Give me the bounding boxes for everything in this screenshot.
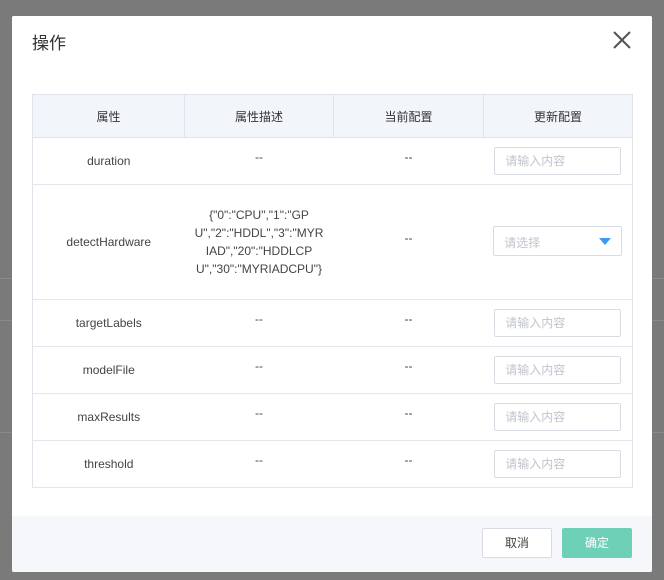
current-config-cell: -- [333,346,484,394]
current-config-cell: -- [333,137,484,185]
cancel-button[interactable]: 取消 [482,528,552,558]
current-config: -- [404,406,413,420]
attribute-desc: -- [255,406,263,420]
update-config-cell [483,299,633,347]
detect-hardware-select[interactable]: 请选择 [493,225,623,256]
current-config-cell: -- [333,393,484,441]
attribute-name: threshold [32,440,185,488]
table-row: detectHardware {"0":"CPU","1":"GPU","2":… [32,184,633,300]
threshold-input[interactable] [494,450,622,478]
current-config: -- [404,231,413,245]
table-row: duration -- -- [32,137,633,185]
close-button[interactable] [610,28,634,52]
attribute-table: 属性 属性描述 当前配置 更新配置 duration -- -- detectH… [32,94,633,488]
attribute-desc: -- [255,312,263,326]
attribute-desc-cell: -- [184,393,334,441]
dialog-footer: 取消 确定 [12,516,652,572]
dialog-body: 属性 属性描述 当前配置 更新配置 duration -- -- detectH… [12,64,652,516]
column-header-attribute: 属性 [32,94,185,138]
attribute-name: modelFile [32,346,185,394]
close-icon [613,31,631,49]
current-config: -- [404,453,413,467]
dialog-title: 操作 [32,34,66,54]
duration-input[interactable] [494,147,622,175]
current-config-cell: -- [333,440,484,488]
current-config: -- [404,359,413,373]
table-header-row: 属性 属性描述 当前配置 更新配置 [32,94,633,138]
update-config-cell [483,393,633,441]
model-file-input[interactable] [494,356,622,384]
attribute-desc-cell: -- [184,440,334,488]
current-config-cell: -- [333,299,484,347]
table-row: modelFile -- -- [32,346,633,394]
max-results-input[interactable] [494,403,622,431]
current-config-cell: -- [333,184,484,300]
column-header-update-config: 更新配置 [483,94,633,138]
attribute-name: duration [32,137,185,185]
confirm-button[interactable]: 确定 [562,528,632,558]
attribute-desc: -- [255,150,263,164]
update-config-cell: 请选择 [483,184,633,300]
current-config: -- [404,150,413,164]
table-row: threshold -- -- [32,440,633,488]
attribute-desc-cell: -- [184,299,334,347]
attribute-desc: {"0":"CPU","1":"GPU","2":"HDDL","3":"MYR… [194,208,324,276]
update-config-cell [483,440,633,488]
chevron-down-icon [599,237,612,245]
attribute-name: targetLabels [32,299,185,347]
update-config-cell [483,137,633,185]
column-header-description: 属性描述 [184,94,334,138]
column-header-current-config: 当前配置 [333,94,484,138]
dialog-header: 操作 [12,16,652,64]
attribute-desc-cell: {"0":"CPU","1":"GPU","2":"HDDL","3":"MYR… [184,184,334,300]
select-placeholder: 请选择 [504,235,541,250]
attribute-desc: -- [255,453,263,467]
attribute-desc: -- [255,359,263,373]
attribute-name: maxResults [32,393,185,441]
attribute-desc-cell: -- [184,346,334,394]
table-row: maxResults -- -- [32,393,633,441]
table-row: targetLabels -- -- [32,299,633,347]
update-config-cell [483,346,633,394]
target-labels-input[interactable] [494,309,622,337]
operation-dialog: 操作 属性 属性描述 当前配置 更新配置 duration -- -- 请输入内… [12,16,652,572]
current-config: -- [404,312,413,326]
attribute-name: detectHardware [32,184,185,300]
attribute-desc-cell: -- [184,137,334,185]
